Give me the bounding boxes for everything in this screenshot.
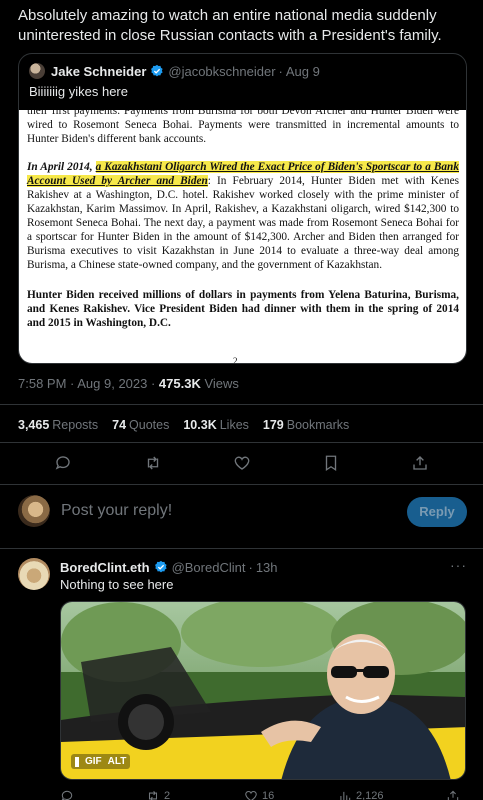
repost-icon[interactable] <box>144 454 164 474</box>
repost-count: 2 <box>164 790 171 800</box>
likes-stat[interactable]: 10.3K Likes <box>183 418 249 432</box>
pause-icon[interactable] <box>75 756 79 767</box>
engagement-stats: 3,465 Reposts 74 Quotes 10.3K Likes 179 Book… <box>18 418 349 432</box>
gif-badge[interactable]: GIF ALT <box>71 754 131 769</box>
views-count: 475.3K <box>158 376 201 391</box>
more-options-icon[interactable]: ··· <box>450 557 467 573</box>
views-icon <box>340 791 351 800</box>
bookmark-icon[interactable] <box>322 454 342 474</box>
quoted-author-name[interactable]: Jake Schneider <box>51 64 146 79</box>
reply-tweet[interactable]: BoredClint.eth @BoredClint · 13h ··· Not… <box>0 549 483 800</box>
share-action[interactable] <box>446 789 460 800</box>
repost-action[interactable]: 2 <box>146 789 170 800</box>
avatar[interactable] <box>18 495 50 527</box>
reply-text: Nothing to see here <box>60 577 174 592</box>
bookmarks-stat[interactable]: 179 Bookmarks <box>263 418 349 432</box>
reply-action[interactable] <box>60 789 78 800</box>
quoted-tweet-text: Biiiiiiig yikes here <box>29 84 128 99</box>
reply-input[interactable]: Post your reply! <box>61 502 172 520</box>
quoted-tweet[interactable]: Jake Schneider @jacobkschneider · Aug 9 … <box>18 53 467 364</box>
document-page-number: 2 <box>233 356 238 364</box>
reposts-count: 3,465 <box>18 418 50 432</box>
separator: · <box>248 559 253 575</box>
like-action[interactable]: 16 <box>244 789 274 800</box>
like-icon[interactable] <box>233 454 253 474</box>
gif-media[interactable]: GIF ALT <box>60 601 466 780</box>
reply-button[interactable]: Reply <box>407 497 467 527</box>
views-action[interactable]: 2,126 <box>338 789 384 800</box>
reply-icon <box>61 790 73 800</box>
repost-icon <box>148 790 158 800</box>
document-p2-lead: In April 2014, <box>27 161 93 173</box>
likes-count: 10.3K <box>183 418 217 432</box>
quoted-author-handle[interactable]: @jacobkschneider <box>168 64 275 79</box>
quotes-label: Quotes <box>129 418 170 432</box>
reply-author-name[interactable]: BoredClint.eth <box>60 560 150 575</box>
quoted-date[interactable]: Aug 9 <box>286 64 320 79</box>
reply-icon[interactable] <box>54 454 74 474</box>
bookmarks-label: Bookmarks <box>286 418 350 432</box>
quotes-stat[interactable]: 74 Quotes <box>112 418 169 432</box>
document-paragraph-2: In April 2014, a Kazakhstani Oligarch Wi… <box>27 160 459 272</box>
document-paragraph-3: Hunter Biden received millions of dollar… <box>27 289 459 329</box>
separator: · <box>278 63 283 79</box>
gif-label: GIF <box>85 756 102 767</box>
reply-composer: Post your reply! Reply <box>18 495 467 529</box>
quotes-count: 74 <box>112 418 127 432</box>
tweet-meta: 7:58 PM · Aug 9, 2023 · 475.3K Views <box>18 376 239 391</box>
document-paragraph-1: their first payments. Payments from Buri… <box>27 110 459 145</box>
tweet-timestamp[interactable]: 7:58 PM · Aug 9, 2023 · <box>18 376 159 391</box>
document-screenshot-image[interactable]: their first payments. Payments from Buri… <box>19 110 466 364</box>
likes-label: Likes <box>219 418 249 432</box>
tweet-detail-page: Absolutely amazing to watch an entire na… <box>0 0 483 800</box>
alt-label[interactable]: ALT <box>108 756 127 767</box>
share-icon[interactable] <box>411 454 431 474</box>
document-p2-rest: : In February 2014, Hunter Biden met wit… <box>27 175 459 271</box>
verified-badge-icon <box>151 64 163 77</box>
reposts-stat[interactable]: 3,465 Reposts <box>18 418 98 432</box>
avatar[interactable] <box>18 558 50 590</box>
like-icon <box>245 791 257 800</box>
bookmarks-count: 179 <box>262 418 284 432</box>
reposts-label: Reposts <box>52 418 99 432</box>
reply-header: BoredClint.eth @BoredClint · 13h <box>60 558 278 576</box>
views-count: 2,126 <box>356 790 384 800</box>
reply-actions: 2 16 2,126 <box>60 789 470 800</box>
verified-badge-icon <box>154 560 167 573</box>
divider <box>0 404 483 405</box>
divider <box>0 442 483 443</box>
share-icon <box>447 790 459 800</box>
quoted-tweet-header: Jake Schneider @jacobkschneider · Aug 9 <box>29 62 320 80</box>
tweet-actions <box>0 454 483 476</box>
divider <box>0 484 483 485</box>
tweet-text: Absolutely amazing to watch an entire na… <box>18 7 442 44</box>
avatar[interactable] <box>29 63 45 79</box>
views-label: Views <box>200 376 239 391</box>
like-count: 16 <box>262 790 275 800</box>
reply-time[interactable]: 13h <box>256 560 278 575</box>
reply-author-handle[interactable]: @BoredClint <box>172 560 246 575</box>
